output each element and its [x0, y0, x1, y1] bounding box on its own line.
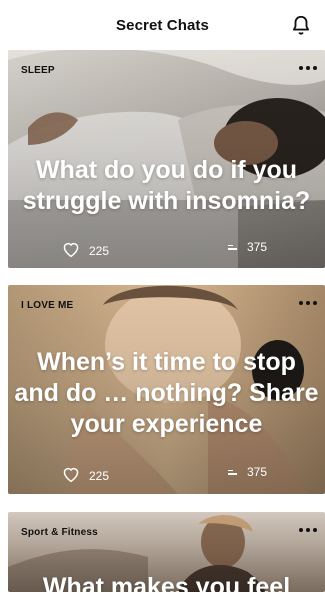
chat-card[interactable]: SLEEP What do you do if you struggle wit…	[8, 50, 325, 268]
bell-icon[interactable]	[290, 14, 312, 36]
comment-count: 375	[247, 465, 268, 479]
secret-chats-screen: Secret Chats SLEEP What do you do if you…	[0, 0, 325, 592]
comment-icon	[228, 244, 237, 250]
like-button[interactable]: 225	[61, 240, 109, 261]
more-icon[interactable]	[295, 59, 321, 77]
like-button[interactable]: 225	[61, 465, 109, 486]
heart-icon	[61, 240, 81, 261]
more-icon[interactable]	[295, 521, 321, 539]
like-count: 225	[89, 468, 110, 483]
chat-card[interactable]: I LOVE ME When’s it time to stop and do …	[8, 285, 325, 494]
chat-feed[interactable]: SLEEP What do you do if you struggle wit…	[0, 50, 325, 592]
chat-card[interactable]: Sport & Fitness What makes you feel	[8, 512, 325, 592]
heart-icon	[61, 465, 81, 486]
card-question: What do you do if you struggle with inso…	[22, 156, 311, 215]
card-question: When’s it time to stop and do … nothing?…	[14, 348, 319, 438]
page-title: Secret Chats	[116, 16, 209, 34]
card-category: SLEEP	[21, 65, 55, 76]
comment-count: 375	[247, 240, 268, 254]
more-icon[interactable]	[295, 294, 321, 312]
card-category: Sport & Fitness	[21, 527, 98, 538]
card-stats: 225 375	[8, 465, 325, 485]
comment-button[interactable]: 375	[228, 240, 267, 254]
like-count: 225	[89, 243, 110, 258]
app-header: Secret Chats	[0, 0, 325, 50]
card-stats: 225 375	[8, 240, 325, 260]
comment-button[interactable]: 375	[228, 465, 267, 479]
comment-icon	[228, 469, 237, 475]
card-category: I LOVE ME	[21, 300, 74, 311]
card-question: What makes you feel	[42, 573, 291, 592]
